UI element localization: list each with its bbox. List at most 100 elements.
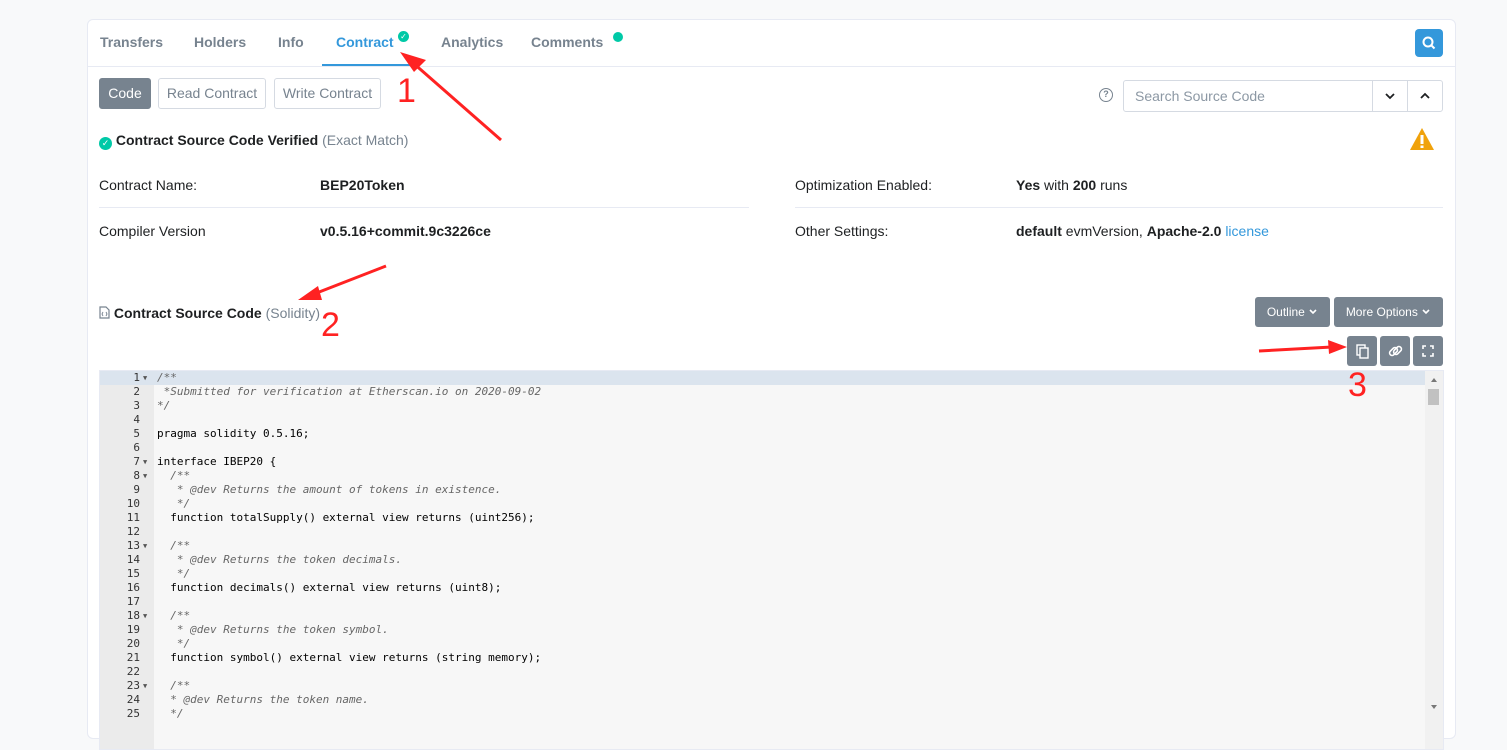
line-number: 21 [126,651,140,664]
compiler-version-value: v0.5.16+commit.9c3226ce [320,223,491,239]
outline-button[interactable]: Outline [1255,297,1330,327]
line-number: 12 [126,525,140,538]
search-prev-button[interactable] [1407,80,1443,112]
code-text: */ [157,497,191,510]
code-text: interface IBEP20 { [157,455,277,468]
license-link[interactable]: license [1225,223,1269,239]
code-text: */ [157,637,191,650]
search-source-input[interactable]: Search Source Code [1123,80,1373,112]
tab-comments[interactable]: Comments [531,34,603,50]
verified-check-icon: ✓ [398,31,409,42]
active-tab-underline [322,64,414,66]
tab-analytics[interactable]: Analytics [441,34,503,50]
line-number: 19 [126,623,140,636]
optimization-with: with [1044,177,1069,193]
optimization-value: Yes with 200 runs [1016,177,1127,193]
verified-check-icon: ✓ [99,137,112,150]
annotation-number: 2 [321,306,340,344]
line-number: 4 [133,413,140,426]
file-code-icon [99,306,110,319]
other-settings-value: default evmVersion, Apache-2.0 license [1016,223,1269,239]
copy-icon [1356,344,1369,359]
compiler-version-label: Compiler Version [99,223,206,239]
fold-toggle-icon[interactable]: ▼ [143,539,147,553]
optimization-runs-count: 200 [1072,177,1097,193]
line-number: 1 [133,371,140,384]
code-text: pragma solidity 0.5.16; [157,427,310,440]
code-button[interactable]: Code [99,78,151,109]
more-options-label: More Options [1345,305,1418,319]
link-source-button[interactable] [1380,336,1410,366]
line-number: 20 [126,637,140,650]
link-icon [1388,345,1403,357]
line-number: 15 [126,567,140,580]
code-text: /** [157,371,177,384]
details-divider [795,207,1443,208]
tab-holders[interactable]: Holders [194,34,246,50]
code-text: * @dev Returns the amount of tokens in e… [157,483,502,496]
verified-status: ✓ Contract Source Code Verified (Exact M… [99,132,408,150]
code-text: /** [157,609,191,622]
source-code-lang: (Solidity) [265,305,321,321]
fold-toggle-icon[interactable]: ▼ [143,455,147,469]
chevron-down-icon [1422,309,1430,315]
chevron-down-icon [1309,309,1317,315]
line-number: 24 [126,693,140,706]
line-number: 5 [133,427,140,440]
fullscreen-button[interactable] [1413,336,1443,366]
line-number: 9 [133,483,140,496]
code-editor[interactable]: 1 ▼/** 2 *Submitted for verification at Et… [99,370,1444,750]
line-number: 10 [126,497,140,510]
contract-card: Transfers Holders Info Contract ✓ Analyt… [87,19,1456,750]
line-number: 23 [126,679,140,692]
line-number: 16 [126,581,140,594]
tab-transfers[interactable]: Transfers [100,34,163,50]
line-number: 7 [133,455,140,468]
fold-toggle-icon[interactable]: ▼ [143,609,147,623]
fold-toggle-icon[interactable]: ▼ [143,371,147,385]
settings-default: default [1016,223,1062,239]
fold-toggle-icon[interactable]: ▼ [143,679,147,693]
code-text: function totalSupply() external view ret… [157,511,535,524]
search-button[interactable] [1415,29,1443,57]
warning-icon[interactable] [1409,127,1435,151]
line-number: 3 [133,399,140,412]
line-number: 18 [126,609,140,622]
write-contract-button[interactable]: Write Contract [274,78,381,109]
line-number: 22 [126,665,140,678]
code-text: /** [157,679,191,692]
code-text: *Submitted for verification at Etherscan… [157,385,542,398]
editor-scrollbar[interactable] [1425,371,1443,749]
verified-title: Contract Source Code Verified [115,132,319,148]
line-number: 11 [126,511,140,524]
fold-toggle-icon[interactable]: ▼ [143,469,147,483]
code-text: /** [157,469,191,482]
search-icon [1422,36,1436,50]
code-text: */ [157,707,184,720]
line-number: 14 [126,553,140,566]
tab-info[interactable]: Info [278,34,304,50]
optimization-label: Optimization Enabled: [795,177,932,193]
code-text: function symbol() external view returns … [157,651,542,664]
expand-icon [1422,345,1434,357]
annotation-number: 3 [1348,366,1367,404]
help-icon[interactable]: ? [1099,88,1113,102]
copy-source-button[interactable] [1347,336,1377,366]
chevron-down-icon [1385,93,1395,100]
chevron-up-icon [1420,92,1430,99]
settings-license-name: Apache-2.0 [1146,223,1222,239]
tab-contract[interactable]: Contract [336,34,394,50]
details-divider [99,207,749,208]
code-text: * @dev Returns the token name. [157,693,369,706]
scrollbar-thumb[interactable] [1428,389,1439,405]
line-number: 6 [133,441,140,454]
search-next-button[interactable] [1372,80,1408,112]
scroll-down-icon[interactable] [1425,701,1443,713]
code-text: */ [157,399,171,412]
scroll-up-icon[interactable] [1425,374,1443,386]
more-options-button[interactable]: More Options [1334,297,1443,327]
line-number: 17 [126,595,140,608]
line-number: 25 [126,707,140,720]
read-contract-button[interactable]: Read Contract [158,78,266,109]
other-settings-label: Other Settings: [795,223,889,239]
